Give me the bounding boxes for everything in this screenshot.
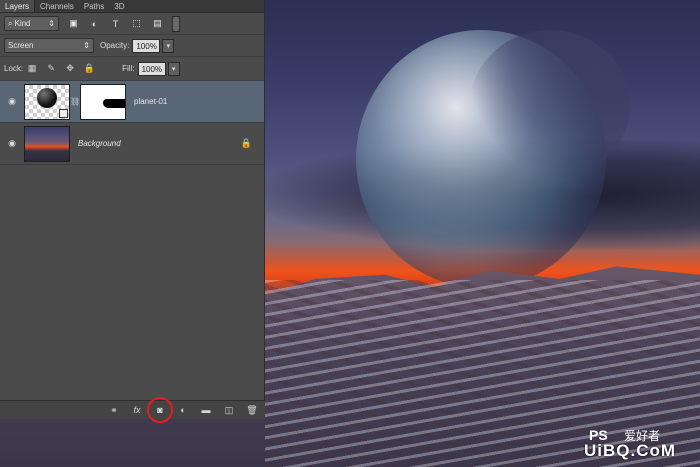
opacity-field[interactable]: 100% bbox=[132, 38, 161, 53]
new-group-icon[interactable]: ▬ bbox=[199, 403, 213, 417]
updown-icon: ⇕ bbox=[48, 19, 55, 28]
layer-planet-01[interactable]: ◉ ⛓ planet-01 bbox=[0, 81, 264, 123]
watermark: PS 爱好者 UiBQ.CoM bbox=[584, 425, 696, 463]
highlight-circle bbox=[147, 397, 173, 423]
fill-label: Fill: bbox=[122, 64, 135, 73]
tab-channels[interactable]: Channels bbox=[35, 0, 79, 12]
lock-all-icon[interactable]: 🔒 bbox=[83, 63, 95, 75]
visibility-eye-icon[interactable]: ◉ bbox=[0, 96, 24, 107]
lock-row: Lock: ▦ ✎ ✥ 🔒 Fill: 100% ▾ bbox=[0, 57, 264, 81]
mask-shape bbox=[103, 98, 125, 108]
lock-position-icon[interactable]: ✥ bbox=[64, 63, 76, 75]
fill-field[interactable]: 100% bbox=[137, 61, 166, 76]
search-icon: ⌕ bbox=[8, 18, 13, 28]
new-layer-icon[interactable]: ◫ bbox=[222, 403, 236, 417]
filter-row: ⌕ Kind ⇕ ▣ ◐ T ⬚ ▤ bbox=[0, 13, 264, 35]
type-filter-icon[interactable]: T bbox=[109, 17, 122, 30]
smart-object-badge-icon bbox=[59, 108, 68, 118]
lock-label: Lock: bbox=[4, 64, 24, 73]
lock-icon: 🔒 bbox=[240, 138, 252, 148]
filter-toggle-icon[interactable] bbox=[172, 15, 180, 32]
add-mask-icon[interactable]: ◙ bbox=[147, 397, 173, 423]
blend-row: Screen ⇕ Opacity: 100% ▾ bbox=[0, 35, 264, 57]
lock-image-icon[interactable]: ✎ bbox=[45, 63, 57, 75]
fx-icon[interactable]: fx bbox=[130, 403, 144, 417]
watermark-url: UiBQ.CoM bbox=[584, 441, 677, 460]
layer-background[interactable]: ◉ Background 🔒 bbox=[0, 123, 264, 165]
adjustment-layer-icon[interactable]: ◐ bbox=[176, 403, 190, 417]
shape-filter-icon[interactable]: ⬚ bbox=[130, 17, 143, 30]
tab-3d[interactable]: 3D bbox=[109, 0, 129, 12]
layers-panel: Layers Channels Paths 3D ⌕ Kind ⇕ ▣ ◐ T … bbox=[0, 0, 265, 423]
opacity-arrow-button[interactable]: ▾ bbox=[162, 38, 175, 53]
blend-mode-dropdown[interactable]: Screen ⇕ bbox=[4, 38, 94, 53]
layer-thumbnail[interactable] bbox=[24, 83, 70, 120]
tab-layers[interactable]: Layers bbox=[0, 0, 36, 12]
smart-object-filter-icon[interactable]: ▤ bbox=[151, 17, 164, 30]
background-thumbnail[interactable] bbox=[24, 125, 70, 162]
layer-name[interactable]: Background bbox=[78, 139, 121, 148]
opacity-label: Opacity: bbox=[100, 41, 130, 50]
panel-tabs: Layers Channels Paths 3D bbox=[0, 0, 264, 13]
adjustment-filter-icon[interactable]: ◐ bbox=[88, 17, 101, 30]
pixel-filter-icon[interactable]: ▣ bbox=[67, 17, 80, 30]
blend-mode-value: Screen bbox=[8, 41, 34, 50]
visibility-eye-icon[interactable]: ◉ bbox=[0, 138, 24, 149]
link-layers-icon[interactable]: ⚭ bbox=[107, 403, 121, 417]
layer-mask-thumbnail[interactable] bbox=[80, 83, 126, 120]
link-chain-icon[interactable]: ⛓ bbox=[70, 97, 80, 106]
planet-thumb-shape bbox=[37, 87, 57, 108]
lock-transparent-icon[interactable]: ▦ bbox=[26, 63, 38, 75]
layers-bottom-bar: ⚭ fx ◙ ◐ ▬ ◫ 🗑 bbox=[0, 397, 265, 423]
fill-arrow-button[interactable]: ▾ bbox=[167, 61, 180, 76]
filter-kind-label: Kind bbox=[14, 19, 31, 28]
trash-icon[interactable]: 🗑 bbox=[245, 403, 259, 417]
layer-name[interactable]: planet-01 bbox=[134, 97, 167, 106]
filter-kind-dropdown[interactable]: ⌕ Kind ⇕ bbox=[4, 16, 59, 31]
planet-shadow bbox=[470, 30, 630, 180]
updown-icon: ⇕ bbox=[83, 41, 90, 50]
tab-paths[interactable]: Paths bbox=[79, 0, 109, 12]
